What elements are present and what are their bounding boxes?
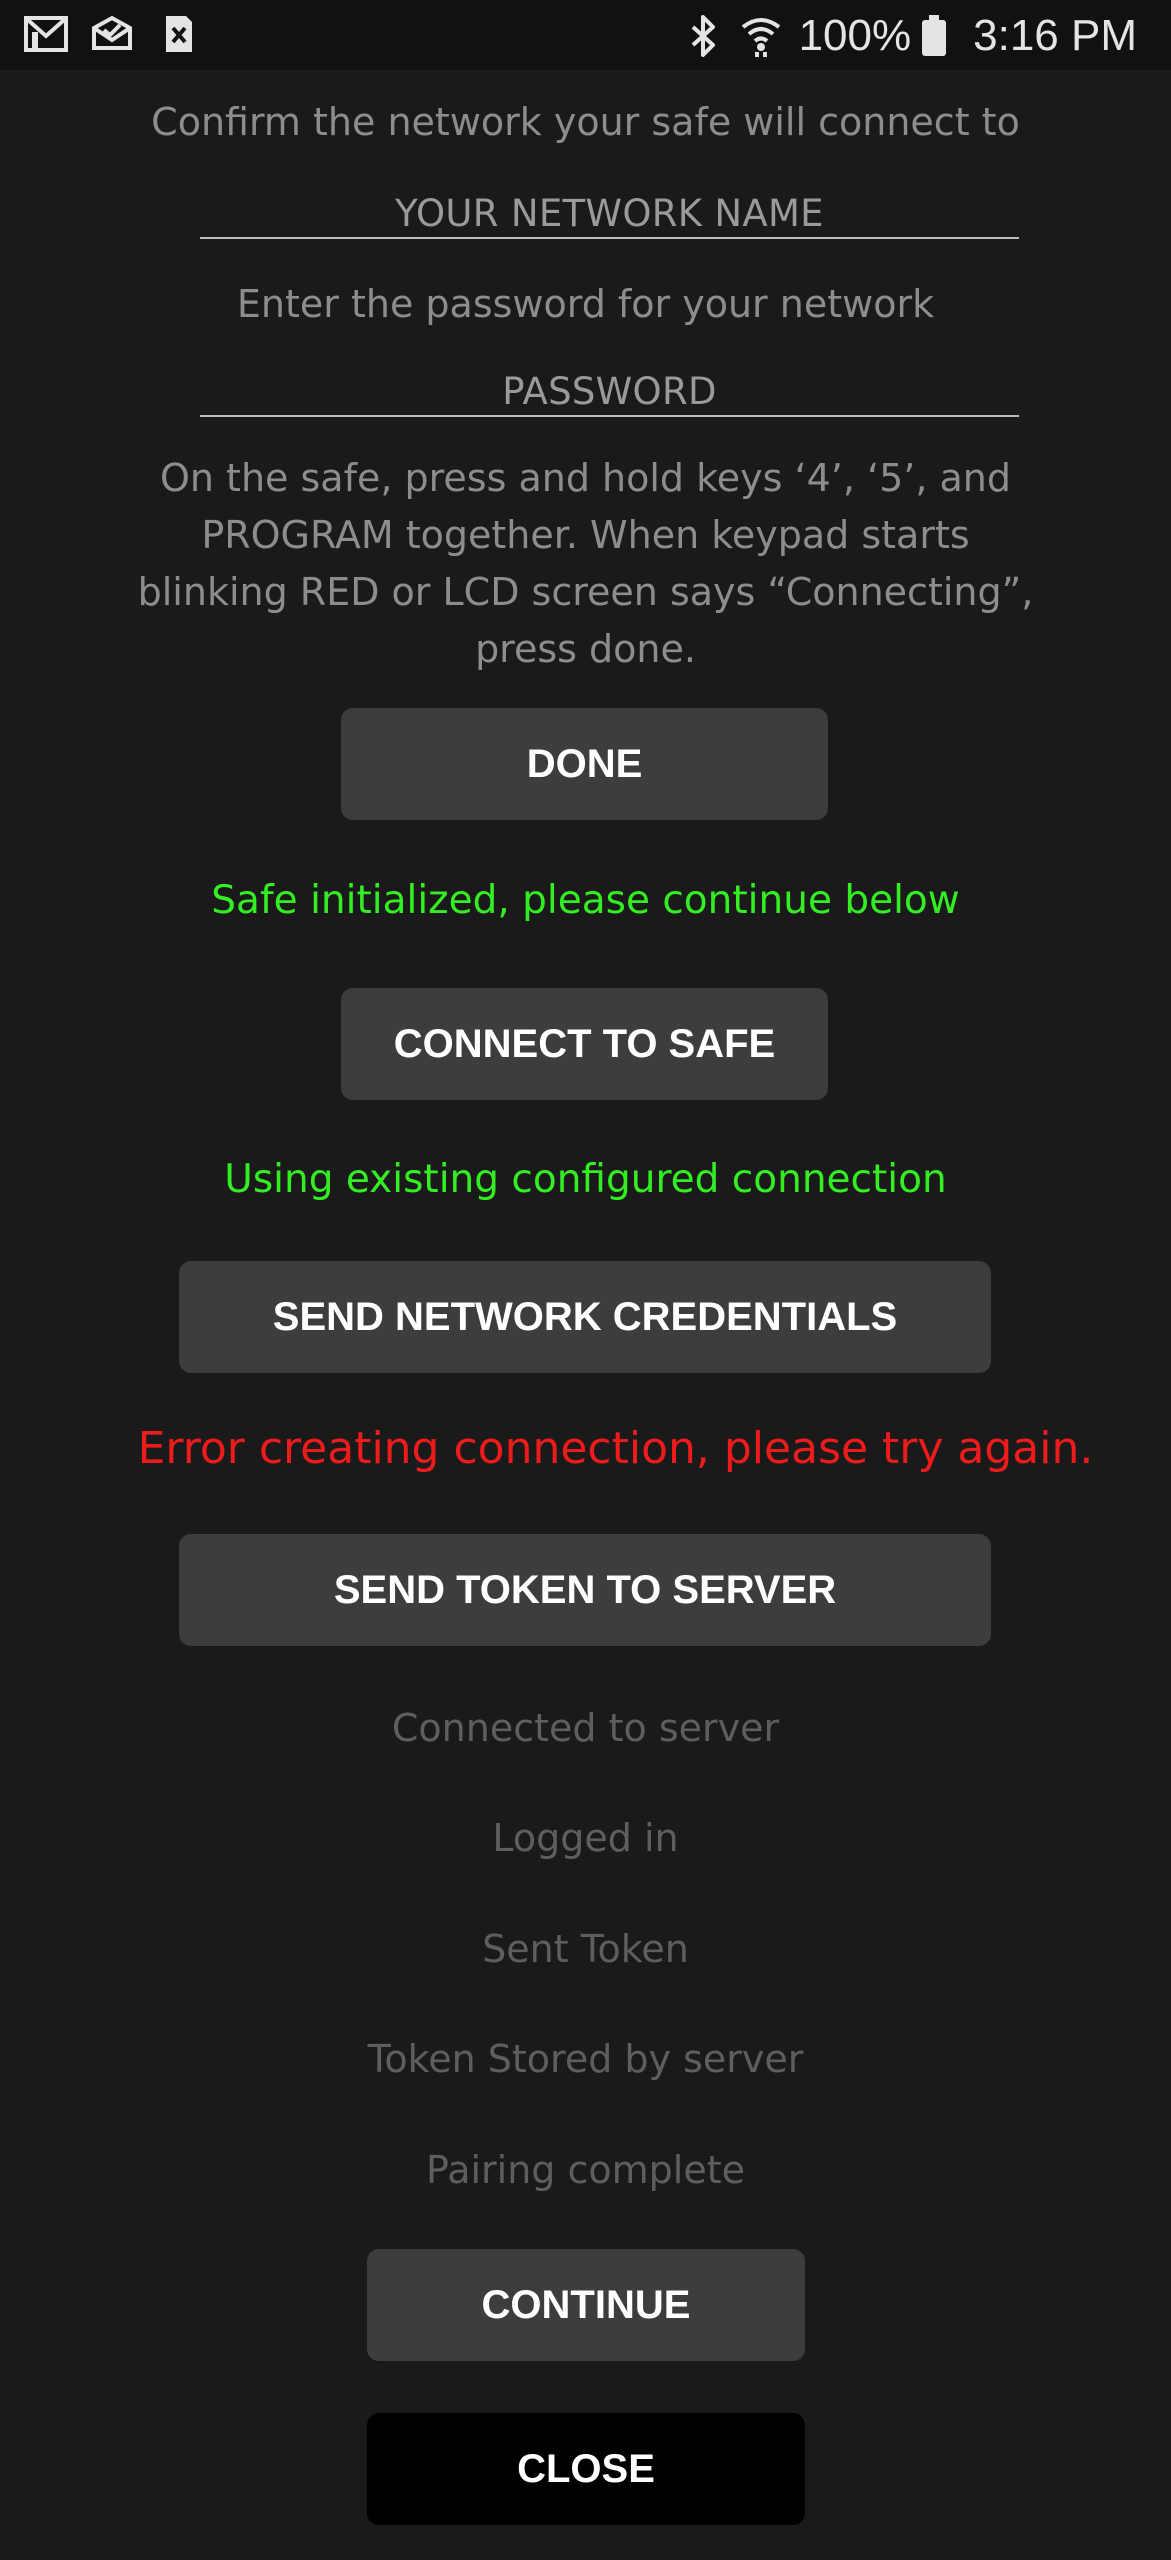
close-button[interactable]: CLOSE xyxy=(367,2413,805,2525)
connect-status-message: Using existing configured connection xyxy=(224,1157,947,1202)
safe-pairing-screen: 100% 3:16 PM Confirm the network your sa… xyxy=(0,0,1171,2560)
instructions-line: press done. xyxy=(475,627,696,671)
instructions-line: blinking RED or LCD screen says “Connect… xyxy=(137,570,1034,614)
clock: 3:16 PM xyxy=(973,11,1137,60)
wifi-icon xyxy=(741,15,781,57)
notification-icons xyxy=(24,14,200,54)
connect-to-safe-button[interactable]: CONNECT TO SAFE xyxy=(341,988,828,1100)
system-status: 100% 3:16 PM xyxy=(683,8,1137,64)
status-bar: 100% 3:16 PM xyxy=(0,0,1171,70)
progress-item-connected: Connected to server xyxy=(391,1706,780,1750)
instructions-line: On the safe, press and hold keys ‘4’, ‘5… xyxy=(159,456,1011,500)
inbox-icon xyxy=(90,14,134,54)
credentials-error-message: Error creating connection, please try ag… xyxy=(137,1423,1094,1474)
send-token-button[interactable]: SEND TOKEN TO SERVER xyxy=(179,1534,991,1646)
instructions-line: PROGRAM together. When keypad starts xyxy=(201,513,970,557)
progress-item-token-stored: Token Stored by server xyxy=(367,2037,804,2081)
network-prompt: Confirm the network your safe will conne… xyxy=(151,100,1020,144)
sim-error-icon xyxy=(156,14,200,54)
battery-icon xyxy=(921,15,947,57)
battery-percent: 100% xyxy=(798,11,912,60)
progress-item-pairing-complete: Pairing complete xyxy=(425,2148,745,2192)
password-field[interactable]: PASSWORD xyxy=(200,370,1019,417)
done-button[interactable]: DONE xyxy=(341,708,828,820)
network-name-field[interactable]: YOUR NETWORK NAME xyxy=(200,192,1019,239)
progress-item-logged-in: Logged in xyxy=(492,1816,679,1860)
password-prompt: Enter the password for your network xyxy=(236,282,935,326)
continue-button[interactable]: CONTINUE xyxy=(367,2249,805,2361)
bluetooth-icon xyxy=(683,15,723,57)
gmail-icon xyxy=(24,14,68,54)
progress-item-sent-token: Sent Token xyxy=(482,1927,689,1971)
send-network-credentials-button[interactable]: SEND NETWORK CREDENTIALS xyxy=(179,1261,991,1373)
done-status-message: Safe initialized, please continue below xyxy=(211,878,960,923)
